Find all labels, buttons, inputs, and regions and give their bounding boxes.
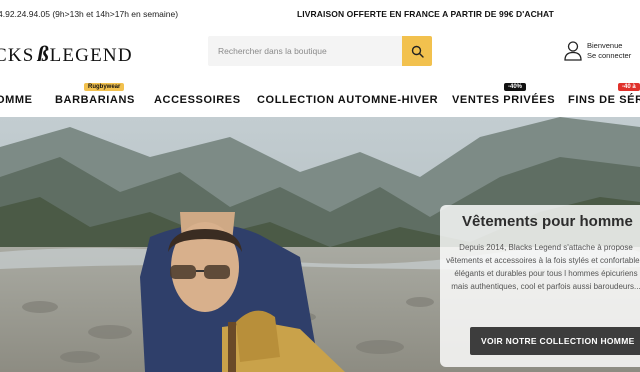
sale-badge: -40 à: [618, 83, 640, 91]
rugbywear-badge: Rugbywear: [84, 83, 125, 91]
discount-badge: -40%: [504, 83, 527, 91]
hero-title: Vêtements pour homme: [462, 213, 633, 230]
logo-monogram-icon: ß: [37, 41, 49, 66]
nav-item-homme[interactable]: OMME: [0, 94, 33, 106]
logo-text-right: LEGEND: [49, 45, 133, 66]
hero-banner: Vêtements pour homme Depuis 2014, Blacks…: [0, 117, 640, 372]
contact-phone[interactable]: 4.92.24.94.05 (9h>13h et 14h>17h en sema…: [0, 9, 178, 19]
user-icon: [564, 41, 582, 61]
search-bar: [208, 36, 432, 66]
nav-item-ventes-privees[interactable]: VENTES PRIVÉES: [452, 94, 555, 106]
account-link[interactable]: Bienvenue Se connecter: [563, 40, 640, 64]
nav-item-fins-de-serie[interactable]: FINS DE SÉRI: [568, 94, 640, 106]
view-collection-button[interactable]: VOIR NOTRE COLLECTION HOMME: [470, 327, 640, 355]
site-header: CKSßLEGEND Bienvenue Se connecter: [0, 28, 640, 80]
search-icon: [411, 45, 424, 58]
logo-text-left: CKS: [0, 45, 35, 66]
main-nav: OMME Rugbywear BARBARIANS ACCESSOIRES CO…: [0, 80, 640, 117]
hero-description: Depuis 2014, Blacks Legend s'attache à p…: [446, 243, 640, 291]
nav-item-accessoires[interactable]: ACCESSOIRES: [154, 94, 241, 106]
hero-card: Vêtements pour homme Depuis 2014, Blacks…: [440, 205, 640, 367]
search-button[interactable]: [402, 36, 432, 66]
search-input[interactable]: [208, 36, 403, 66]
top-bar: 4.92.24.94.05 (9h>13h et 14h>17h en sema…: [0, 0, 640, 28]
login-link[interactable]: Se connecter: [587, 51, 631, 60]
nav-item-collection-automne-hiver[interactable]: COLLECTION AUTOMNE-HIVER: [257, 94, 438, 106]
shipping-promo: LIVRAISON OFFERTE EN FRANCE A PARTIR DE …: [297, 9, 554, 19]
account-greeting: Bienvenue: [587, 41, 623, 50]
brand-logo[interactable]: CKS ß LEGEND: [0, 41, 133, 67]
nav-item-barbarians[interactable]: BARBARIANS: [55, 94, 135, 106]
